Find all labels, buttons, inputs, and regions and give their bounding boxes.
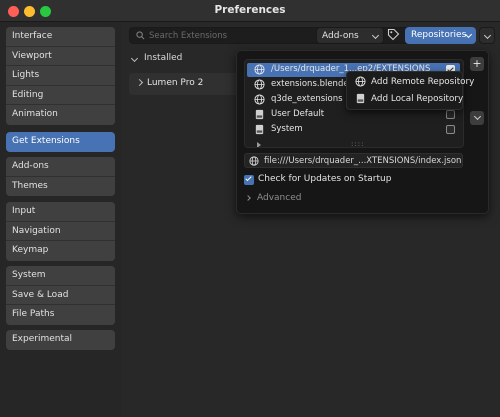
search-extensions-input[interactable]: Search Extensions xyxy=(129,27,429,44)
sidebar-group-extensions: Get Extensions xyxy=(6,132,115,152)
sidebar-item-interface[interactable]: Interface xyxy=(6,27,115,47)
repository-name: q3de_extensions xyxy=(271,94,343,104)
search-icon xyxy=(136,31,145,40)
sidebar-item-themes[interactable]: Themes xyxy=(6,176,115,196)
sidebar-group-addons: Add-ons Themes xyxy=(6,157,115,196)
sidebar-group-experimental: Experimental xyxy=(6,330,115,350)
extension-type-label: Add-ons xyxy=(322,31,359,41)
repository-enabled-checkbox[interactable] xyxy=(446,110,455,119)
sidebar-item-editing[interactable]: Editing xyxy=(6,85,115,105)
repository-name: User Default xyxy=(271,109,325,119)
menu-item-label: Add Remote Repository xyxy=(371,77,475,87)
repository-url-field[interactable]: file:///Users/drquader_...XTENSIONS/inde… xyxy=(244,153,463,168)
add-repository-button[interactable]: + xyxy=(470,57,484,71)
repositories-dropdown-button[interactable]: Repositories xyxy=(405,27,476,44)
sidebar-item-save-load[interactable]: Save & Load xyxy=(6,285,115,305)
expand-down-icon xyxy=(130,54,139,63)
sidebar-group-system: System Save & Load File Paths xyxy=(6,266,115,325)
advanced-section-header[interactable]: Advanced xyxy=(245,193,366,205)
repository-name: System xyxy=(271,124,303,134)
title-bar: Preferences xyxy=(0,0,500,22)
globe-icon xyxy=(254,79,265,90)
check-updates-checkbox[interactable] xyxy=(244,174,254,185)
repository-row[interactable]: System xyxy=(247,123,460,137)
repository-enabled-checkbox[interactable] xyxy=(446,125,455,134)
search-placeholder: Search Extensions xyxy=(149,31,228,41)
globe-icon xyxy=(355,76,366,87)
sidebar-item-keymap[interactable]: Keymap xyxy=(6,241,115,261)
expand-right-icon xyxy=(245,195,251,201)
extension-type-dropdown[interactable]: Add-ons xyxy=(316,27,384,44)
expand-right-icon xyxy=(135,78,144,87)
package-row[interactable]: Lumen Pro 2 xyxy=(129,73,239,95)
chevron-down-icon xyxy=(483,31,492,40)
repository-options-button[interactable] xyxy=(470,111,484,125)
globe-icon xyxy=(254,64,265,75)
preferences-sidebar: Interface Viewport Lights Editing Animat… xyxy=(0,22,121,417)
sidebar-item-lights[interactable]: Lights xyxy=(6,66,115,86)
sidebar-item-animation[interactable]: Animation xyxy=(6,105,115,125)
sidebar-item-input[interactable]: Input xyxy=(6,202,115,222)
repository-row[interactable]: User Default xyxy=(247,108,460,122)
menu-item-add-local-repository[interactable]: Add Local Repository xyxy=(347,91,464,108)
advanced-label: Advanced xyxy=(257,193,302,203)
window-title: Preferences xyxy=(214,4,286,16)
tag-icon[interactable] xyxy=(387,28,400,41)
expand-right-icon[interactable] xyxy=(257,142,261,147)
options-dropdown-button[interactable] xyxy=(479,27,495,44)
disk-icon xyxy=(356,93,365,104)
menu-item-add-remote-repository[interactable]: Add Remote Repository xyxy=(347,74,474,91)
globe-icon xyxy=(254,94,265,105)
sidebar-group-display: Interface Viewport Lights Editing Animat… xyxy=(6,27,115,125)
menu-item-label: Add Local Repository xyxy=(371,94,464,104)
sidebar-item-viewport[interactable]: Viewport xyxy=(6,46,115,66)
repositories-label: Repositories xyxy=(411,30,467,40)
sidebar-item-file-paths[interactable]: File Paths xyxy=(6,305,115,325)
sidebar-item-add-ons[interactable]: Add-ons xyxy=(6,157,115,177)
globe-icon xyxy=(249,156,259,166)
repository-url-value: file:///Users/drquader_...XTENSIONS/inde… xyxy=(264,155,462,166)
sidebar-item-navigation[interactable]: Navigation xyxy=(6,221,115,241)
check-updates-label: Check for Updates on Startup xyxy=(258,174,392,184)
installed-section-label: Installed xyxy=(144,53,183,63)
resize-grip[interactable]: :::: xyxy=(351,140,364,147)
sidebar-item-experimental[interactable]: Experimental xyxy=(6,330,115,350)
sidebar-item-get-extensions[interactable]: Get Extensions xyxy=(6,132,115,152)
sidebar-group-input: Input Navigation Keymap xyxy=(6,202,115,261)
chevron-down-icon xyxy=(473,112,482,121)
check-updates-toggle[interactable]: Check for Updates on Startup xyxy=(244,174,444,186)
sidebar-item-system[interactable]: System xyxy=(6,266,115,286)
disk-icon xyxy=(255,109,264,120)
add-repository-menu: Add Remote Repository Add Local Reposito… xyxy=(346,71,474,110)
chevron-down-icon xyxy=(371,31,380,40)
disk-icon xyxy=(255,124,264,135)
package-name: Lumen Pro 2 xyxy=(147,78,204,88)
